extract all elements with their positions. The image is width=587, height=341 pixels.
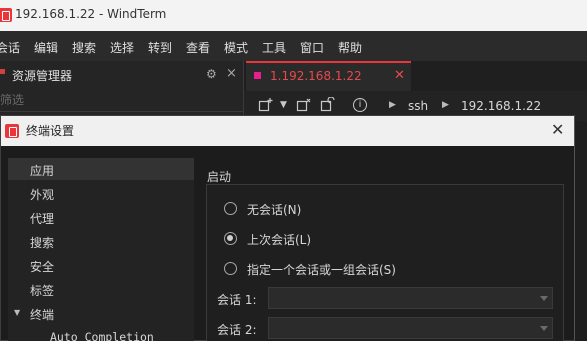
nav-item-appearance[interactable]: 外观 — [8, 182, 194, 204]
new-session-icon[interactable] — [258, 97, 274, 117]
menu-select[interactable]: 选择 — [110, 39, 134, 56]
session-tab-marker-icon — [254, 72, 261, 79]
gear-icon[interactable]: ⚙ — [206, 67, 217, 81]
breadcrumb-host[interactable]: 192.168.1.22 — [461, 99, 541, 113]
windterm-app-icon — [0, 8, 12, 22]
session-tab-close-icon[interactable]: ✕ — [394, 68, 405, 83]
menu-bar: 会话 编辑 搜索 选择 转到 查看 模式 工具 窗口 帮助 — [0, 31, 587, 61]
nav-item-application[interactable]: 应用 — [8, 158, 194, 180]
explorer-close-icon[interactable]: × — [226, 66, 237, 81]
settings-category-list: 应用 外观 代理 搜索 安全 标签 ▼ 终端 Auto Completion — [8, 158, 194, 341]
menu-view[interactable]: 查看 — [186, 39, 210, 56]
explorer-title: 资源管理器 — [12, 69, 73, 83]
explorer-divider — [0, 111, 243, 112]
radio-label: 无会话(N) — [247, 203, 302, 217]
menu-mode[interactable]: 模式 — [224, 39, 248, 56]
menu-goto[interactable]: 转到 — [148, 39, 172, 56]
radio-label: 上次会话(L) — [247, 233, 312, 247]
explorer-icon — [0, 69, 5, 74]
nav-item-proxy[interactable]: 代理 — [8, 206, 194, 228]
breadcrumb-protocol[interactable]: ssh — [408, 99, 428, 113]
chevron-down-icon[interactable]: ▼ — [280, 100, 287, 110]
nav-item-label: 外观 — [30, 188, 55, 202]
menu-edit[interactable]: 编辑 — [34, 39, 58, 56]
session-2-label: 会话 2: — [217, 323, 257, 337]
menu-help[interactable]: 帮助 — [338, 39, 362, 56]
dialog-titlebar[interactable]: 终端设置 ✕ — [1, 116, 574, 146]
dialog-title: 终端设置 — [26, 124, 75, 138]
menu-tools[interactable]: 工具 — [262, 39, 286, 56]
radio-button-checked[interactable] — [224, 232, 237, 245]
window-title: 192.168.1.22 - WindTerm — [15, 7, 167, 21]
nav-item-label: 终端 — [30, 308, 55, 322]
radio-label: 指定一个会话或一组会话(S) — [247, 263, 396, 277]
chevron-down-icon — [540, 326, 548, 331]
window-titlebar: 192.168.1.22 - WindTerm — [0, 0, 587, 31]
chevron-down-icon[interactable]: ▼ — [14, 308, 20, 317]
radio-button[interactable] — [224, 262, 237, 275]
duplicate-session-icon[interactable] — [296, 97, 312, 117]
radio-button[interactable] — [224, 202, 237, 215]
info-icon[interactable]: i — [353, 98, 367, 112]
menu-search[interactable]: 搜索 — [72, 39, 96, 56]
nav-item-terminal[interactable]: ▼ 终端 — [8, 302, 194, 324]
nav-item-label: 搜索 — [30, 236, 55, 250]
nav-item-label: 应用 — [30, 164, 55, 178]
nav-item-security[interactable]: 安全 — [8, 254, 194, 276]
nav-item-label: Auto Completion — [50, 330, 154, 341]
terminal-settings-dialog: 终端设置 ✕ 应用 外观 代理 搜索 安全 标签 ▼ 终端 Auto Compl… — [0, 115, 575, 341]
nav-item-search[interactable]: 搜索 — [8, 230, 194, 252]
session-tab-label: 1.192.168.1.22 — [270, 69, 362, 83]
breadcrumb-arrow-icon: ▶ — [389, 100, 396, 110]
explorer-filter-input[interactable]: 筛选 — [0, 91, 24, 108]
session-2-select[interactable] — [268, 317, 553, 339]
nav-item-label: 标签 — [30, 284, 55, 298]
menu-session[interactable]: 会话 — [0, 39, 20, 56]
session-1-label: 会话 1: — [217, 293, 257, 307]
windterm-app-icon — [5, 124, 19, 138]
startup-section-label: 启动 — [207, 170, 232, 184]
session-tab-strip: 1.192.168.1.22 ✕ — [244, 61, 587, 91]
session-tab[interactable]: 1.192.168.1.22 ✕ — [246, 61, 411, 91]
nav-item-label: 安全 — [30, 260, 55, 274]
nav-item-tags[interactable]: 标签 — [8, 278, 194, 300]
chevron-down-icon — [540, 296, 548, 301]
menu-window[interactable]: 窗口 — [300, 39, 324, 56]
nav-item-auto-completion[interactable]: Auto Completion — [8, 326, 194, 341]
reconnect-icon[interactable] — [320, 96, 336, 117]
explorer-panel: 资源管理器 ⚙ × 筛选 — [0, 61, 243, 121]
session-1-select[interactable] — [268, 287, 553, 309]
close-icon[interactable]: ✕ — [551, 120, 564, 139]
nav-item-label: 代理 — [30, 212, 55, 226]
startup-groupbox: 无会话(N) 上次会话(L) 指定一个会话或一组会话(S) 会话 1: 会话 2… — [206, 184, 564, 341]
breadcrumb-arrow-icon: ▶ — [442, 100, 449, 110]
